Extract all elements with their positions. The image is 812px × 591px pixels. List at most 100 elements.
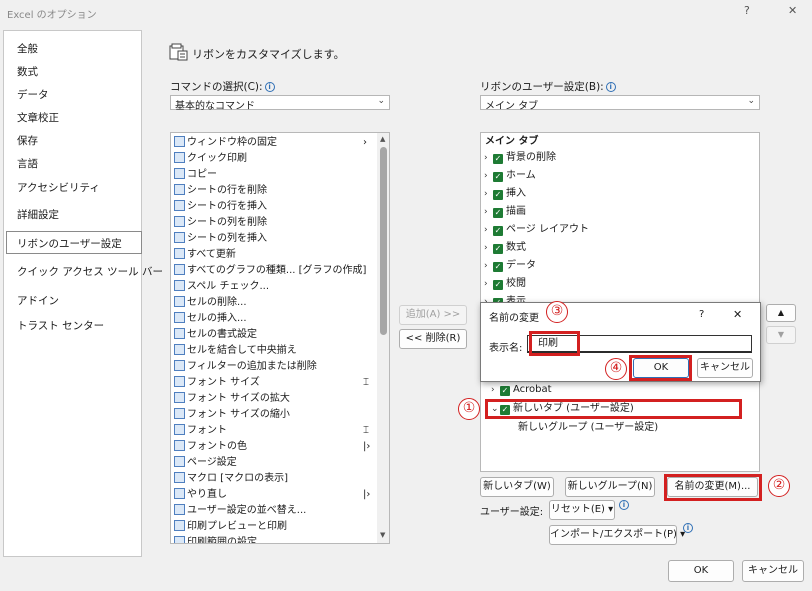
submenu-indicator-icon: ⌶ <box>363 377 369 388</box>
tree-item-new-group[interactable]: 新しいグループ (ユーザー設定) <box>518 419 658 437</box>
display-name-label: 表示名: <box>489 343 523 354</box>
command-item[interactable]: セルの書式設定 <box>174 327 257 343</box>
add-button[interactable]: 追加(A) >> <box>399 305 467 325</box>
command-item[interactable]: すべて更新 <box>174 247 236 263</box>
command-item[interactable]: シートの行を挿入 <box>174 199 267 215</box>
tree-item-acrobat[interactable]: › ✓ Acrobat <box>491 381 552 399</box>
command-item[interactable]: 印刷プレビューと印刷 <box>174 519 287 535</box>
reset-button[interactable]: リセット(E) ▾ <box>549 500 615 520</box>
checkbox-checked-icon[interactable]: ✓ <box>493 154 503 164</box>
sidebar-item-save[interactable]: 保存 <box>17 133 38 148</box>
command-label: ユーザー設定の並べ替え... <box>187 505 307 516</box>
submenu-indicator-icon: ⌶ <box>363 425 369 436</box>
tree-item-tab[interactable]: › ✓ 背景の削除 <box>484 149 556 167</box>
import-export-button[interactable]: インポート/エクスポート(P) ▾ <box>549 525 685 545</box>
scroll-down-icon[interactable]: ▼ <box>380 531 385 539</box>
scroll-thumb[interactable] <box>380 147 387 335</box>
dialog-cancel-button[interactable]: キャンセル <box>697 358 753 378</box>
command-item[interactable]: コピー <box>174 167 217 183</box>
sidebar-item-addins[interactable]: アドイン <box>17 293 59 308</box>
callout-4: ④ <box>605 358 627 380</box>
new-group-button[interactable]: 新しいグループ(N) <box>565 477 655 497</box>
sidebar-item-formulas[interactable]: 数式 <box>17 64 38 79</box>
checkbox-checked-icon[interactable]: ✓ <box>493 280 503 290</box>
checkbox-checked-icon[interactable]: ✓ <box>493 226 503 236</box>
checkbox-checked-icon[interactable]: ✓ <box>493 172 503 182</box>
command-item[interactable]: すべてのグラフの種類... [グラフの作成] <box>174 263 366 279</box>
command-item[interactable]: ウィンドウ枠の固定 <box>174 135 277 151</box>
command-icon <box>174 536 185 543</box>
chevron-right-icon[interactable]: › <box>484 185 493 203</box>
commands-dropdown[interactable]: 基本的なコマンド ⌄ <box>170 95 390 112</box>
tree-item-tab[interactable]: › ✓ ホーム <box>484 167 536 185</box>
tree-item-tab[interactable]: › ✓ 描画 <box>484 203 526 221</box>
sidebar-item-data[interactable]: データ <box>17 87 49 102</box>
checkbox-checked-icon[interactable]: ✓ <box>500 386 510 396</box>
chevron-right-icon[interactable]: › <box>484 203 493 221</box>
info-icon: i <box>619 500 629 510</box>
command-icon <box>174 328 185 339</box>
command-item[interactable]: クイック印刷 <box>174 151 247 167</box>
command-item[interactable]: セルを結合して中央揃え <box>174 343 297 359</box>
dialog-help-button[interactable]: ? <box>699 309 704 320</box>
sidebar-item-general[interactable]: 全般 <box>17 41 38 56</box>
chevron-right-icon[interactable]: › <box>484 221 493 239</box>
command-item[interactable]: シートの列を削除 <box>174 215 267 231</box>
sidebar-item-quick-access-toolbar[interactable]: クイック アクセス ツール バー <box>17 264 163 279</box>
close-button[interactable]: ✕ <box>788 4 797 17</box>
checkbox-checked-icon[interactable]: ✓ <box>493 208 503 218</box>
move-up-button[interactable]: ▲ <box>766 304 796 322</box>
tree-item-tab[interactable]: › ✓ 数式 <box>484 239 526 257</box>
checkbox-checked-icon[interactable]: ✓ <box>493 262 503 272</box>
command-icon <box>174 408 185 419</box>
command-item[interactable]: ユーザー設定の並べ替え... <box>174 503 306 519</box>
sidebar-item-customize-ribbon[interactable]: リボンのユーザー設定 <box>17 236 122 251</box>
sidebar-item-trust-center[interactable]: トラスト センター <box>17 318 104 333</box>
command-item[interactable]: セルの削除... <box>174 295 247 311</box>
chevron-right-icon[interactable]: › <box>484 275 493 293</box>
command-item[interactable]: ページ設定 <box>174 455 237 471</box>
new-tab-button[interactable]: 新しいタブ(W) <box>480 477 554 497</box>
dialog-ok-highlight <box>629 355 692 381</box>
scroll-up-icon[interactable]: ▲ <box>380 135 385 143</box>
chevron-right-icon[interactable]: › <box>484 167 493 185</box>
command-item[interactable]: 印刷範囲の設定 <box>174 535 257 543</box>
sidebar-item-advanced[interactable]: 詳細設定 <box>17 207 59 222</box>
ribbon-dropdown[interactable]: メイン タブ ⌄ <box>480 95 760 112</box>
command-item[interactable]: マクロ [マクロの表示] <box>174 471 288 487</box>
dialog-close-button[interactable]: ✕ <box>733 308 742 321</box>
move-down-button[interactable]: ▼ <box>766 326 796 344</box>
command-item[interactable]: フォント <box>174 423 227 439</box>
command-item[interactable]: フォント サイズ <box>174 375 260 391</box>
command-item[interactable]: シートの列を挿入 <box>174 231 267 247</box>
checkbox-checked-icon[interactable]: ✓ <box>493 190 503 200</box>
help-button[interactable]: ? <box>744 4 750 17</box>
commands-list[interactable]: ウィンドウ枠の固定 › クイック印刷 コピー シートの行を削除 シートの行を挿入 シートの列… <box>170 132 390 544</box>
sidebar-item-proofing[interactable]: 文章校正 <box>17 110 59 125</box>
commands-scrollbar[interactable]: ▲ ▼ <box>377 133 389 543</box>
chevron-right-icon[interactable]: › <box>484 257 493 275</box>
sidebar-item-accessibility[interactable]: アクセシビリティ <box>17 180 100 195</box>
command-item[interactable]: フォント サイズの拡大 <box>174 391 290 407</box>
cancel-button[interactable]: キャンセル <box>742 560 804 582</box>
chevron-right-icon[interactable]: › <box>484 149 493 167</box>
tree-item-tab[interactable]: › ✓ データ <box>484 257 536 275</box>
remove-button[interactable]: << 削除(R) <box>399 329 467 349</box>
ok-button[interactable]: OK <box>668 560 734 582</box>
command-item[interactable]: やり直し <box>174 487 227 503</box>
chevron-right-icon[interactable]: › <box>484 239 493 257</box>
command-item[interactable]: シートの行を削除 <box>174 183 267 199</box>
checkbox-checked-icon[interactable]: ✓ <box>493 244 503 254</box>
command-item[interactable]: フィルターの追加または削除 <box>174 359 317 375</box>
tree-item-tab[interactable]: › ✓ 挿入 <box>484 185 526 203</box>
command-item[interactable]: フォント サイズの縮小 <box>174 407 290 423</box>
command-label: フィルターの追加または削除 <box>187 361 317 372</box>
tree-item-tab[interactable]: › ✓ 校閲 <box>484 275 526 293</box>
rename-button-highlight <box>664 474 762 501</box>
command-item[interactable]: セルの挿入... <box>174 311 247 327</box>
command-item[interactable]: フォントの色 <box>174 439 247 455</box>
sidebar-item-language[interactable]: 言語 <box>17 156 38 171</box>
tree-item-tab[interactable]: › ✓ ページ レイアウト <box>484 221 589 239</box>
command-item[interactable]: スペル チェック... <box>174 279 269 295</box>
command-icon <box>174 360 185 371</box>
